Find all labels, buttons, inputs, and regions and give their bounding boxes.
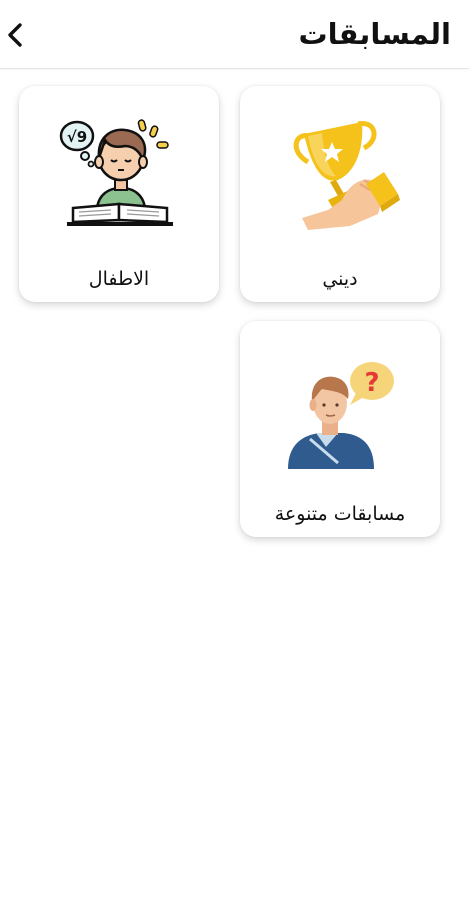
category-label: مسابقات متنوعة xyxy=(274,503,406,525)
category-label: الاطفال xyxy=(88,268,150,290)
back-button[interactable] xyxy=(0,14,32,56)
chevron-left-icon xyxy=(8,23,22,47)
app-header: المسابقات xyxy=(0,0,469,69)
trophy-icon xyxy=(293,121,400,230)
category-card-children[interactable]: √9 الاطفال xyxy=(19,86,219,302)
page-title: المسابقات xyxy=(298,17,451,51)
svg-text:?: ? xyxy=(364,368,379,398)
person-question-icon: ? xyxy=(288,362,394,469)
category-card-various[interactable]: ? مسابقات متنوعة xyxy=(240,321,440,537)
category-label: ديني xyxy=(322,268,358,290)
app-screen: المسابقات ديني √9 الاطفال ? مسابقات متنو… xyxy=(0,0,469,900)
student-reading-icon: √9 xyxy=(59,119,173,226)
category-card-religious[interactable]: ديني xyxy=(240,86,440,302)
svg-text:√9: √9 xyxy=(67,128,87,146)
